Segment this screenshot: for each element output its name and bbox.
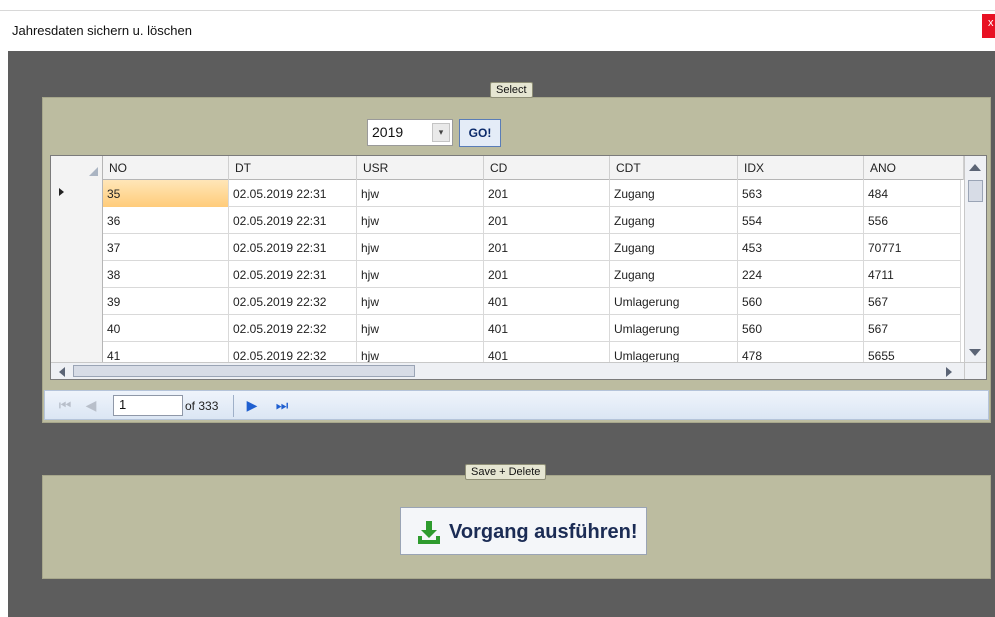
horizontal-scrollbar[interactable] [51, 362, 964, 379]
cell-no[interactable]: 39 [103, 288, 229, 315]
table-row[interactable]: 40 02.05.2019 22:32 hjw 401 Umlagerung 5… [51, 315, 961, 342]
binding-navigator: ⏮ ◀ 1 of 333 ▶ ⏭ [44, 390, 989, 420]
table-row[interactable]: 38 02.05.2019 22:31 hjw 201 Zugang 224 4… [51, 261, 961, 288]
column-header-ano[interactable]: ANO [864, 156, 964, 180]
cell-idx[interactable]: 453 [738, 234, 864, 261]
navigator-separator [233, 395, 234, 417]
download-icon [418, 521, 440, 544]
cell-dt[interactable]: 02.05.2019 22:31 [229, 180, 357, 207]
table-row[interactable]: 35 02.05.2019 22:31 hjw 201 Zugang 563 4… [51, 180, 961, 207]
row-header[interactable] [51, 180, 103, 207]
cell-cd[interactable]: 201 [484, 180, 610, 207]
page-count-label: of 333 [185, 399, 219, 413]
cell-idx[interactable]: 224 [738, 261, 864, 288]
column-header-dt[interactable]: DT [229, 156, 357, 180]
table-row[interactable]: 37 02.05.2019 22:31 hjw 201 Zugang 453 7… [51, 234, 961, 261]
move-previous-icon[interactable]: ◀ [83, 397, 99, 413]
go-button[interactable]: GO! [459, 119, 501, 147]
cell-cdt[interactable]: Zugang [610, 180, 738, 207]
column-header-cd[interactable]: CD [484, 156, 610, 180]
cell-usr[interactable]: hjw [357, 180, 484, 207]
page-number-input[interactable]: 1 [113, 395, 183, 416]
cell-cdt[interactable]: Zugang [610, 234, 738, 261]
cell-dt[interactable]: 02.05.2019 22:31 [229, 207, 357, 234]
vertical-scroll-thumb[interactable] [968, 180, 983, 202]
cell-cd[interactable]: 201 [484, 261, 610, 288]
scrollbar-corner [964, 362, 986, 379]
data-grid[interactable]: NO DT USR CD CDT IDX ANO 35 02.05.2019 2… [50, 155, 987, 380]
cell-cdt[interactable]: Umlagerung [610, 288, 738, 315]
grid-corner[interactable] [51, 156, 103, 180]
cell-cdt[interactable]: Umlagerung [610, 315, 738, 342]
cell-cdt[interactable]: Zugang [610, 207, 738, 234]
row-header[interactable] [51, 207, 103, 234]
cell-usr[interactable]: hjw [357, 261, 484, 288]
cell-usr[interactable]: hjw [357, 315, 484, 342]
table-row[interactable]: 36 02.05.2019 22:31 hjw 201 Zugang 554 5… [51, 207, 961, 234]
cell-usr[interactable]: hjw [357, 207, 484, 234]
scroll-down-icon[interactable] [969, 349, 981, 356]
scroll-left-icon[interactable] [59, 367, 65, 377]
grid-header: NO DT USR CD CDT IDX ANO [51, 156, 986, 180]
column-header-usr[interactable]: USR [357, 156, 484, 180]
title-bar: Jahresdaten sichern u. löschen [0, 11, 995, 51]
window-title: Jahresdaten sichern u. löschen [12, 23, 192, 38]
cell-cd[interactable]: 401 [484, 315, 610, 342]
horizontal-scroll-thumb[interactable] [73, 365, 415, 377]
select-legend: Select [490, 82, 533, 98]
save-delete-legend: Save + Delete [465, 464, 547, 480]
move-next-icon[interactable]: ▶ [244, 397, 260, 413]
chevron-down-icon[interactable]: ▾ [432, 123, 450, 142]
cell-ano[interactable]: 70771 [864, 234, 961, 261]
cell-no[interactable]: 38 [103, 261, 229, 288]
cell-dt[interactable]: 02.05.2019 22:31 [229, 234, 357, 261]
scroll-right-icon[interactable] [946, 367, 952, 377]
column-header-cdt[interactable]: CDT [610, 156, 738, 180]
vertical-scrollbar[interactable] [964, 156, 986, 365]
cell-no[interactable]: 40 [103, 315, 229, 342]
execute-button-label: Vorgang ausführen! [449, 521, 638, 543]
cell-usr[interactable]: hjw [357, 234, 484, 261]
cell-ano[interactable]: 484 [864, 180, 961, 207]
table-row[interactable]: 39 02.05.2019 22:32 hjw 401 Umlagerung 5… [51, 288, 961, 315]
cell-ano[interactable]: 556 [864, 207, 961, 234]
execute-button[interactable]: Vorgang ausführen! [400, 507, 647, 555]
scroll-up-icon[interactable] [969, 164, 981, 171]
cell-no[interactable]: 36 [103, 207, 229, 234]
cell-no[interactable]: 37 [103, 234, 229, 261]
app-window: Jahresdaten sichern u. löschen Select 20… [0, 0, 995, 617]
year-value: 2019 [372, 124, 404, 140]
year-combobox[interactable]: 2019 ▾ [367, 119, 453, 146]
current-row-icon [59, 188, 64, 196]
row-header[interactable] [51, 315, 103, 342]
row-header[interactable] [51, 288, 103, 315]
move-first-icon[interactable]: ⏮ [57, 397, 73, 413]
cell-idx[interactable]: 554 [738, 207, 864, 234]
move-last-icon[interactable]: ⏭ [274, 397, 290, 413]
cell-ano[interactable]: 567 [864, 315, 961, 342]
cell-ano[interactable]: 567 [864, 288, 961, 315]
cell-dt[interactable]: 02.05.2019 22:31 [229, 261, 357, 288]
cell-cd[interactable]: 401 [484, 288, 610, 315]
cell-usr[interactable]: hjw [357, 288, 484, 315]
row-header[interactable] [51, 261, 103, 288]
row-header[interactable] [51, 234, 103, 261]
column-header-idx[interactable]: IDX [738, 156, 864, 180]
cell-cdt[interactable]: Zugang [610, 261, 738, 288]
cell-idx[interactable]: 560 [738, 288, 864, 315]
cell-idx[interactable]: 563 [738, 180, 864, 207]
cell-no[interactable]: 35 [103, 180, 229, 207]
cell-cd[interactable]: 201 [484, 234, 610, 261]
cell-cd[interactable]: 201 [484, 207, 610, 234]
column-header-no[interactable]: NO [103, 156, 229, 180]
cell-ano[interactable]: 4711 [864, 261, 961, 288]
cell-dt[interactable]: 02.05.2019 22:32 [229, 288, 357, 315]
cell-idx[interactable]: 560 [738, 315, 864, 342]
close-icon[interactable] [982, 14, 995, 38]
cell-dt[interactable]: 02.05.2019 22:32 [229, 315, 357, 342]
